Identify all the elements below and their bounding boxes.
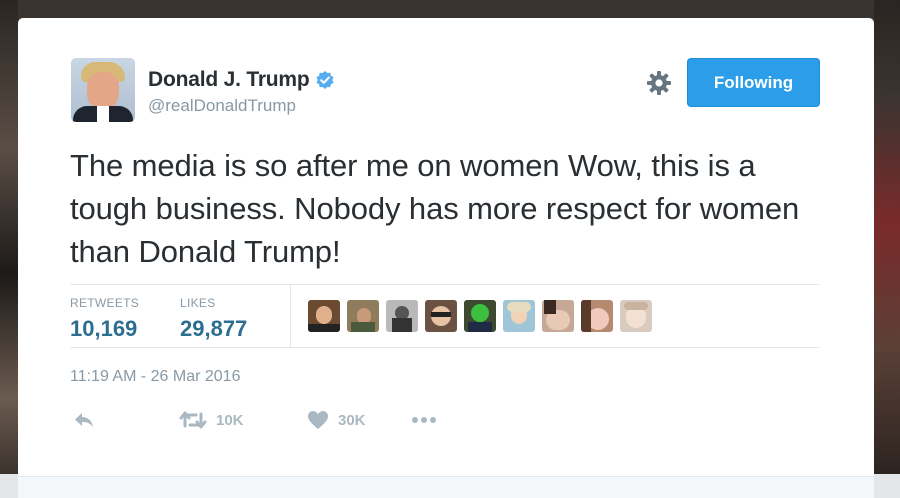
- avatar-shirt: [97, 106, 109, 122]
- tweet-text: The media is so after me on women Wow, t…: [70, 148, 800, 269]
- liker-avatar[interactable]: [425, 300, 457, 332]
- author-display-name[interactable]: Donald J. Trump: [148, 68, 310, 92]
- liker-avatar[interactable]: [386, 300, 418, 332]
- retweets-value: 10,169: [70, 316, 138, 341]
- liker-avatar[interactable]: [464, 300, 496, 332]
- author-name-row[interactable]: Donald J. Trump: [148, 68, 335, 92]
- likes-stat[interactable]: LIKES 29,877: [180, 296, 247, 342]
- more-dots-icon: [410, 408, 438, 432]
- liker-avatar[interactable]: [308, 300, 340, 332]
- card-footer: [18, 476, 874, 498]
- liker-avatars: [308, 300, 652, 332]
- retweets-label: RETWEETS: [70, 296, 140, 310]
- divider-top: [70, 284, 820, 285]
- retweet-icon: [178, 408, 208, 432]
- tweet-card: Donald J. Trump @realDonaldTrump Followi…: [18, 18, 874, 498]
- stats-separator: [290, 285, 291, 347]
- retweet-button[interactable]: 10K: [178, 408, 244, 432]
- liker-avatar[interactable]: [347, 300, 379, 332]
- more-button[interactable]: [410, 408, 438, 432]
- liker-avatar[interactable]: [581, 300, 613, 332]
- retweets-stat[interactable]: RETWEETS 10,169: [70, 296, 139, 342]
- liker-avatar[interactable]: [542, 300, 574, 332]
- background-right: [874, 0, 900, 498]
- avatar[interactable]: [71, 58, 135, 122]
- heart-icon: [306, 408, 330, 432]
- retweet-count: 10K: [216, 411, 244, 429]
- liker-avatar[interactable]: [620, 300, 652, 332]
- liker-avatar[interactable]: [503, 300, 535, 332]
- reply-icon: [72, 408, 96, 432]
- likes-label: LIKES: [180, 296, 216, 310]
- divider-bottom: [70, 347, 820, 348]
- background-left: [0, 0, 18, 498]
- likes-value: 29,877: [180, 316, 248, 341]
- gear-icon[interactable]: [646, 70, 672, 96]
- avatar-face: [87, 72, 119, 110]
- like-button[interactable]: 30K: [306, 408, 366, 432]
- author-handle[interactable]: @realDonaldTrump: [148, 96, 296, 116]
- following-button[interactable]: Following: [687, 58, 820, 107]
- tweet-timestamp[interactable]: 11:19 AM - 26 Mar 2016: [70, 368, 240, 386]
- like-count: 30K: [338, 411, 366, 429]
- reply-button[interactable]: [72, 408, 96, 432]
- verified-badge-icon: [315, 70, 335, 90]
